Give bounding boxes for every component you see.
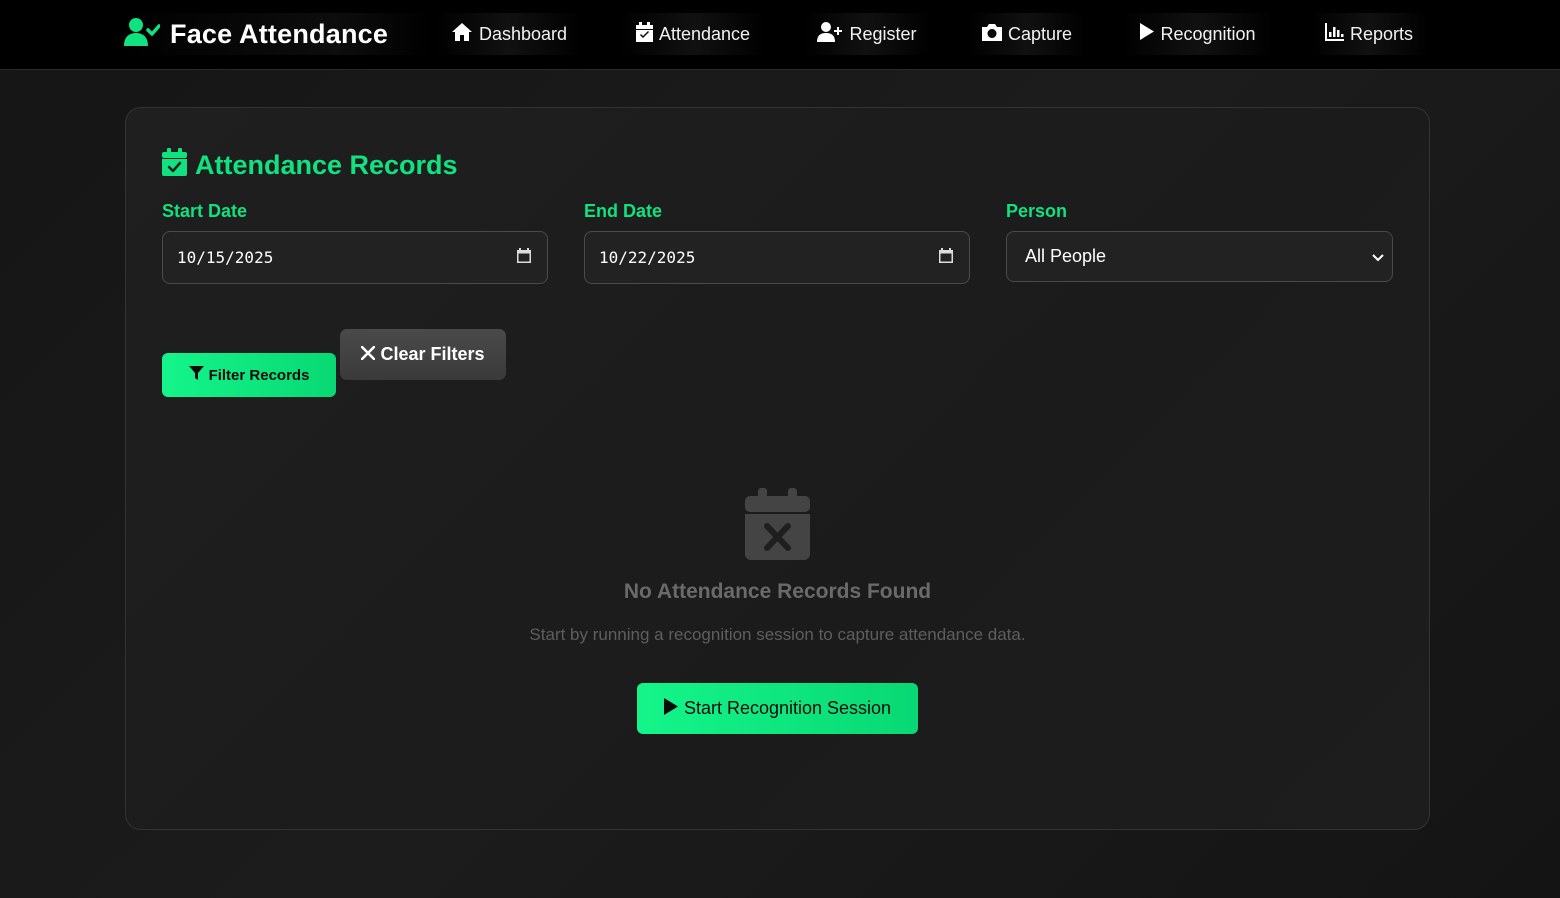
nav-label: Recognition: [1160, 23, 1256, 44]
clear-filters-button[interactable]: Clear Filters: [340, 329, 506, 380]
app-title: Face Attendance: [170, 18, 389, 49]
end-date-label: End Date: [584, 201, 663, 221]
camera-icon: [981, 23, 1002, 46]
person-select[interactable]: All People: [1006, 231, 1393, 282]
chevron-down-icon: [1372, 246, 1384, 267]
page-title-text: Attendance Records: [195, 150, 458, 180]
nav-label: Register: [849, 23, 917, 44]
nav-label: Capture: [1007, 23, 1073, 44]
clear-filters-label: Clear Filters: [380, 344, 485, 364]
close-icon: [361, 344, 376, 365]
chart-icon: [1324, 22, 1344, 46]
filter-icon: [188, 365, 204, 385]
calendar-icon[interactable]: [939, 248, 953, 267]
end-date-input[interactable]: 10/22/2025: [584, 231, 970, 284]
user-plus-icon: [817, 21, 843, 47]
top-navbar: Face Attendance Dashboard Attendance Reg…: [0, 0, 1560, 70]
nav-register[interactable]: Register: [804, 13, 930, 55]
calendar-check-icon: [162, 148, 187, 183]
nav-label: Attendance: [658, 23, 751, 44]
nav-reports[interactable]: Reports: [1310, 13, 1428, 55]
nav-label: Reports: [1349, 23, 1414, 44]
person-label: Person: [1006, 201, 1068, 221]
empty-state-title: No Attendance Records Found: [623, 580, 932, 603]
nav-label: Dashboard: [478, 23, 568, 44]
filter-records-label: Filter Records: [208, 366, 310, 384]
play-icon: [1140, 23, 1155, 45]
filter-records-button[interactable]: Filter Records: [162, 353, 336, 397]
brand[interactable]: Face Attendance: [118, 13, 430, 55]
nav-attendance[interactable]: Attendance: [620, 13, 766, 55]
end-date-value: 10/22/2025: [599, 248, 696, 267]
user-check-icon: [124, 17, 161, 52]
nav-recognition[interactable]: Recognition: [1122, 13, 1274, 55]
calendar-check-icon: [635, 21, 653, 47]
start-date-label: Start Date: [162, 201, 248, 221]
nav-dashboard[interactable]: Dashboard: [436, 13, 582, 55]
page-title: Attendance Records: [162, 148, 458, 183]
attendance-card: Attendance Records Start Date 10/15/2025…: [125, 107, 1430, 830]
calendar-icon[interactable]: [517, 248, 531, 267]
play-icon: [663, 697, 678, 720]
start-date-input[interactable]: 10/15/2025: [162, 231, 548, 284]
nav-capture[interactable]: Capture: [968, 13, 1086, 55]
start-recognition-button[interactable]: Start Recognition Session: [637, 683, 918, 734]
calendar-x-icon: [745, 488, 810, 565]
person-selected-value: All People: [1025, 246, 1107, 266]
home-icon: [451, 22, 473, 47]
empty-state-subtitle: Start by running a recognition session t…: [529, 625, 1026, 644]
start-recognition-label: Start Recognition Session: [683, 698, 892, 718]
start-date-value: 10/15/2025: [177, 248, 274, 267]
